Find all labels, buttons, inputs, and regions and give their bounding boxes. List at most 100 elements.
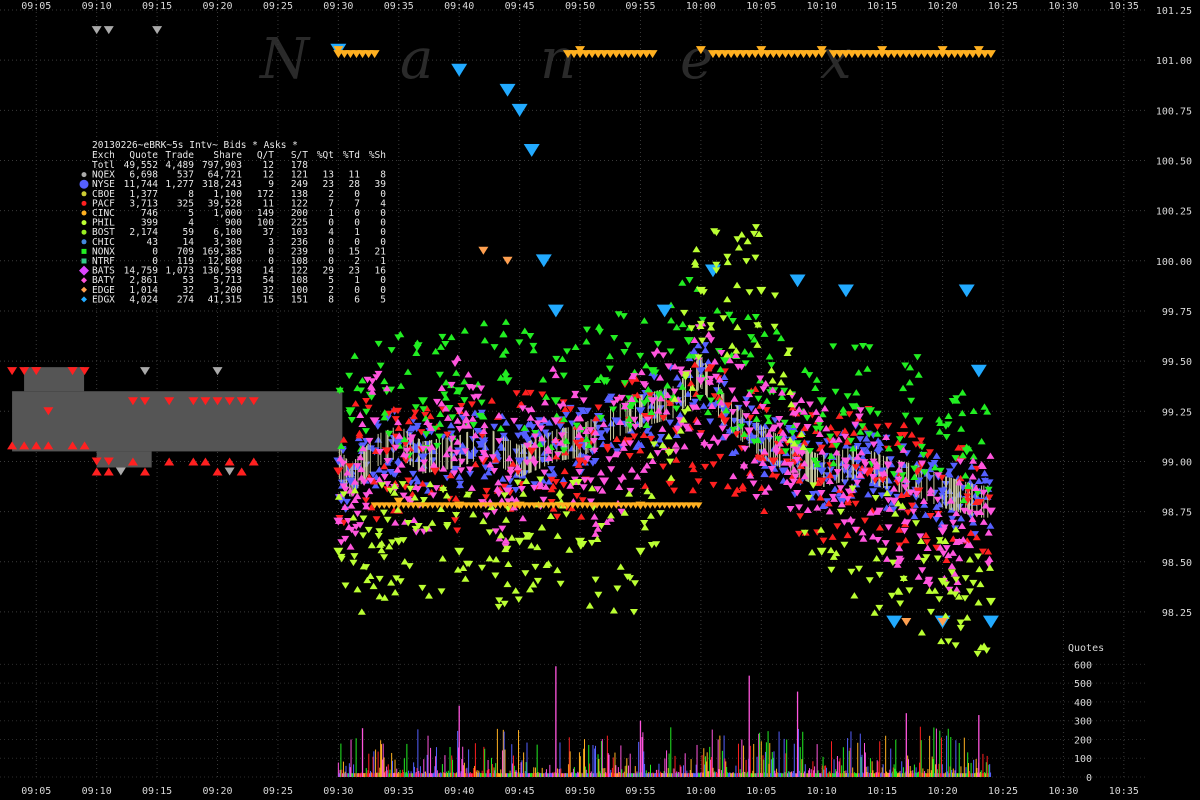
ask-marker: [805, 401, 814, 408]
ask-marker: [342, 498, 351, 506]
bid-marker: [839, 406, 848, 413]
y-tick-label: 100.50: [1156, 156, 1192, 167]
ask-marker: [491, 528, 500, 535]
x-tick-label-top: 09:10: [82, 1, 112, 12]
ask-marker: [514, 596, 523, 603]
bid-marker: [752, 415, 761, 422]
bid-marker: [667, 474, 676, 481]
ask-marker: [944, 638, 953, 645]
bid-marker: [520, 327, 529, 334]
ask-marker: [435, 371, 444, 379]
ask-marker: [788, 430, 797, 437]
x-tick-label: 10:10: [807, 786, 837, 797]
exchange-marker: [79, 265, 89, 276]
bid-marker: [387, 579, 396, 586]
bid-marker: [648, 457, 657, 465]
ask-marker: [751, 313, 760, 321]
bid-marker: [646, 512, 655, 519]
ask-marker: [478, 246, 489, 255]
bid-marker: [409, 516, 418, 524]
bid-marker: [958, 389, 967, 396]
bid-marker: [935, 428, 944, 435]
bid-marker: [729, 472, 738, 480]
watermark-letter: x: [820, 27, 852, 92]
bid-marker: [596, 469, 605, 476]
bid-marker: [875, 524, 884, 531]
stats-cell: 8: [328, 294, 334, 305]
ask-marker: [759, 386, 768, 393]
stats-cell: 6: [354, 294, 360, 305]
exchange-marker: [81, 229, 87, 235]
bid-marker: [507, 534, 516, 541]
bid-marker: [590, 513, 599, 520]
ask-marker: [837, 284, 854, 298]
bid-marker: [551, 371, 560, 379]
bid-marker: [353, 585, 362, 593]
ask-marker: [666, 419, 675, 427]
bid-marker: [565, 546, 574, 553]
x-tick-label: 10:30: [1048, 786, 1078, 797]
ask-marker: [526, 333, 535, 340]
y-tick-label: 100.25: [1156, 207, 1192, 218]
ask-marker: [873, 536, 882, 544]
ask-marker: [502, 377, 513, 386]
ask-marker: [533, 577, 542, 585]
exchange-marker: [81, 286, 87, 293]
bid-marker: [553, 532, 562, 539]
bid-marker: [671, 441, 680, 448]
pre-open-bid-marker: [248, 457, 259, 466]
ask-marker: [514, 537, 525, 546]
bid-marker: [965, 556, 974, 563]
bid-marker: [453, 354, 462, 361]
ask-marker: [364, 526, 373, 534]
ask-marker: [478, 564, 487, 572]
bid-marker: [505, 454, 514, 462]
ask-marker: [831, 388, 840, 396]
ask-marker: [511, 103, 528, 117]
ask-marker: [620, 349, 629, 356]
bid-marker: [764, 484, 773, 491]
bid-marker: [803, 506, 812, 513]
series-cinc-runs: [333, 50, 996, 509]
ask-marker: [490, 423, 499, 431]
bid-marker: [428, 519, 437, 526]
bid-marker: [522, 477, 531, 484]
ask-marker: [666, 348, 675, 355]
ask-marker: [970, 364, 987, 378]
bid-marker: [447, 421, 456, 429]
ask-marker: [635, 547, 646, 556]
ask-marker: [907, 397, 916, 405]
exchange-marker: [81, 210, 87, 216]
ask-marker: [918, 567, 927, 574]
x-tick-label-top: 09:55: [625, 1, 655, 12]
bid-marker: [529, 346, 538, 354]
bid-marker: [958, 409, 967, 417]
ask-marker: [212, 367, 223, 376]
bid-marker: [895, 544, 904, 552]
ask-marker: [361, 497, 370, 504]
x-tick-label-top: 09:20: [202, 1, 232, 12]
ask-marker: [607, 466, 616, 473]
bid-marker: [779, 370, 788, 378]
ask-marker: [816, 397, 827, 406]
bid-marker: [480, 319, 489, 327]
ask-marker: [420, 459, 429, 466]
bid-marker: [826, 546, 835, 554]
ask-marker: [417, 397, 428, 406]
bid-marker: [767, 366, 776, 374]
bid-marker: [812, 376, 821, 383]
ask-marker: [379, 509, 388, 517]
bid-marker: [424, 592, 433, 599]
ask-marker: [956, 458, 965, 466]
bid-marker: [367, 541, 376, 549]
ask-marker: [716, 453, 725, 461]
exchange-marker: [81, 191, 87, 197]
x-tick-label-top: 09:30: [323, 1, 353, 12]
bid-marker: [688, 461, 697, 468]
bid-marker: [396, 330, 405, 338]
ask-marker: [728, 409, 737, 416]
ask-marker: [341, 582, 350, 589]
ask-marker: [752, 494, 761, 501]
bid-marker: [539, 376, 548, 383]
x-tick-label: 09:55: [625, 786, 655, 797]
